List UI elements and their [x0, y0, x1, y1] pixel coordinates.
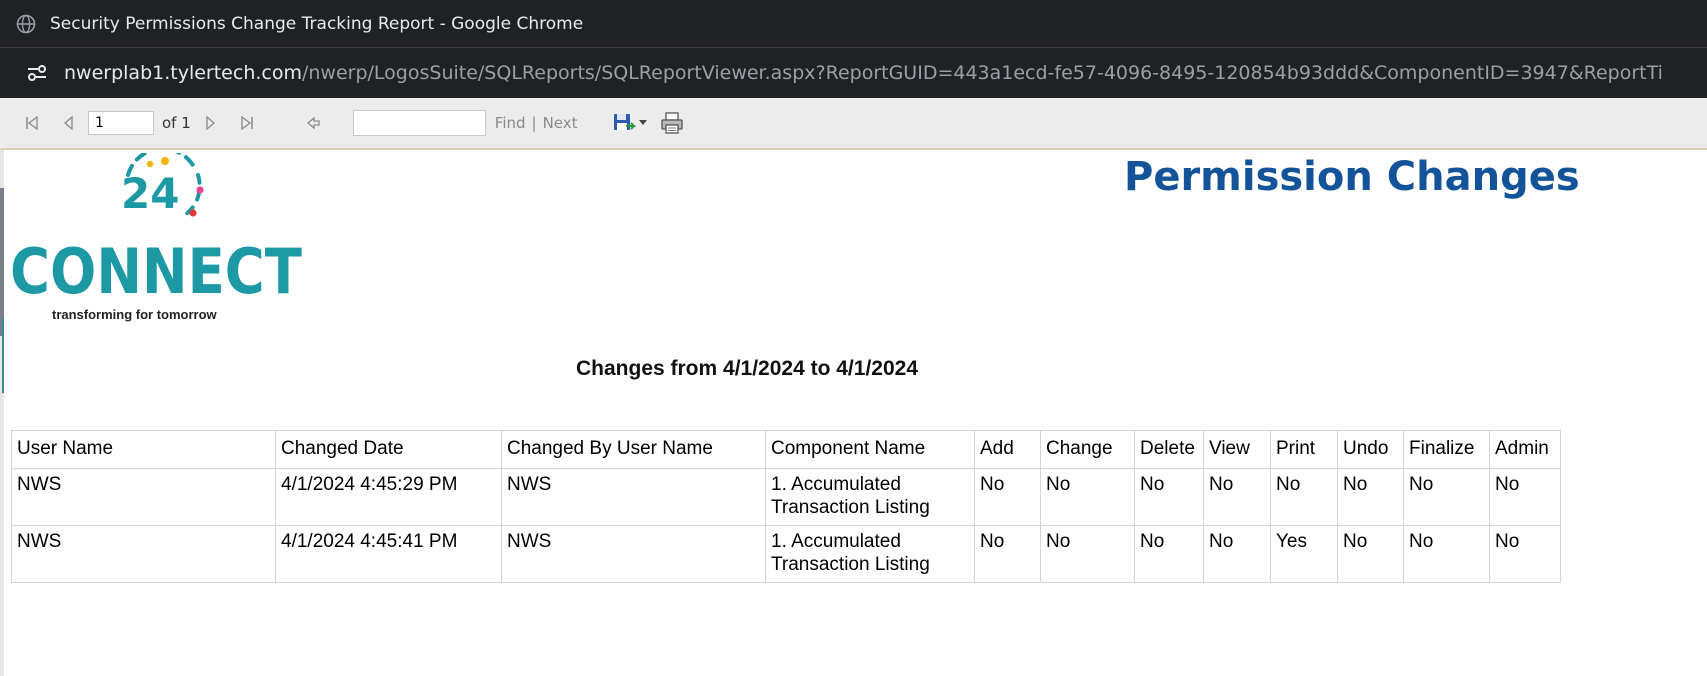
report-date-range: Changes from 4/1/2024 to 4/1/2024 — [576, 357, 918, 380]
header-add: Add — [974, 430, 1041, 469]
cell-user-name: NWS — [11, 468, 276, 526]
cell-finalize: No — [1403, 468, 1490, 526]
cell-view: No — [1203, 468, 1271, 526]
cell-changed-date: 4/1/2024 4:45:41 PM — [275, 525, 502, 583]
cell-undo: No — [1337, 468, 1404, 526]
cell-view: No — [1203, 525, 1271, 583]
site-settings-icon[interactable] — [26, 62, 48, 84]
table-header-row: User Name Changed Date Changed By User N… — [11, 430, 1561, 469]
page-count-label: of 1 — [162, 114, 191, 132]
table-row: NWS 4/1/2024 4:45:29 PM NWS 1. Accumulat… — [11, 468, 1561, 526]
last-page-button[interactable] — [239, 111, 255, 135]
window-title: Security Permissions Change Tracking Rep… — [50, 13, 584, 34]
next-page-icon — [206, 115, 215, 131]
left-edge-accent — [2, 318, 4, 393]
logo-wordmark: CONNECT — [10, 235, 302, 308]
table-row: NWS 4/1/2024 4:45:41 PM NWS 1. Accumulat… — [11, 525, 1561, 583]
connect-logo: 24 CONNECT — [10, 153, 302, 308]
header-user-name: User Name — [11, 430, 276, 469]
header-undo: Undo — [1337, 430, 1404, 469]
globe-icon — [16, 14, 36, 33]
cell-change: No — [1040, 468, 1135, 526]
header-delete: Delete — [1134, 430, 1204, 469]
url-text[interactable]: nwerplab1.tylertech.com/nwerp/LogosSuite… — [64, 62, 1663, 84]
back-to-parent-icon — [306, 116, 320, 130]
header-changed-by: Changed By User Name — [501, 430, 766, 469]
export-button[interactable] — [612, 111, 647, 135]
find-next-button[interactable]: Next — [543, 114, 578, 132]
cell-admin: No — [1489, 468, 1561, 526]
cell-change: No — [1040, 525, 1135, 583]
browser-title-bar: Security Permissions Change Tracking Rep… — [0, 0, 1707, 47]
cell-print: Yes — [1270, 525, 1338, 583]
cell-undo: No — [1337, 525, 1404, 583]
previous-page-button[interactable] — [62, 111, 74, 135]
cell-changed-by: NWS — [501, 468, 766, 526]
cell-changed-date: 4/1/2024 4:45:29 PM — [275, 468, 502, 526]
cell-finalize: No — [1403, 525, 1490, 583]
header-print: Print — [1270, 430, 1338, 469]
first-page-button[interactable] — [24, 111, 40, 135]
first-page-icon — [26, 115, 38, 131]
print-button[interactable] — [660, 111, 684, 135]
previous-page-icon — [64, 115, 73, 131]
find-text-input[interactable] — [352, 110, 486, 136]
last-page-icon — [241, 115, 253, 131]
header-changed-date: Changed Date — [275, 430, 502, 469]
header-component-name: Component Name — [765, 430, 975, 469]
cell-print: No — [1270, 468, 1338, 526]
address-bar[interactable]: nwerplab1.tylertech.com/nwerp/LogosSuite… — [0, 47, 1707, 98]
find-button[interactable]: Find — [495, 114, 526, 132]
header-admin: Admin — [1489, 430, 1561, 469]
logo-tagline: transforming for tomorrow — [52, 307, 217, 322]
permission-changes-table: User Name Changed Date Changed By User N… — [11, 430, 1561, 583]
logo-digits: 24 — [121, 169, 179, 218]
print-icon — [660, 112, 683, 134]
export-save-icon — [613, 114, 636, 130]
url-path: /nwerp/LogosSuite/SQLReports/SQLReportVi… — [301, 62, 1663, 84]
next-page-button[interactable] — [205, 111, 217, 135]
cell-delete: No — [1134, 468, 1204, 526]
back-to-parent-button[interactable] — [305, 111, 321, 135]
report-title: Permission Changes — [1124, 154, 1580, 200]
header-finalize: Finalize — [1403, 430, 1490, 469]
cell-component-name: 1. Accumulated Transaction Listing — [765, 525, 975, 583]
header-view: View — [1203, 430, 1271, 469]
page-number-input[interactable] — [88, 111, 154, 135]
cell-component-name: 1. Accumulated Transaction Listing — [765, 468, 975, 526]
header-change: Change — [1040, 430, 1135, 469]
find-separator: | — [531, 114, 537, 132]
cell-user-name: NWS — [11, 525, 276, 583]
cell-admin: No — [1489, 525, 1561, 583]
cell-add: No — [974, 468, 1041, 526]
report-viewer-toolbar: of 1 Find | Next — [0, 98, 1707, 150]
cell-add: No — [974, 525, 1041, 583]
left-edge-marker — [0, 188, 4, 336]
url-host: nwerplab1.tylertech.com — [64, 62, 302, 84]
cell-changed-by: NWS — [501, 525, 766, 583]
cell-delete: No — [1134, 525, 1204, 583]
dropdown-arrow-icon — [638, 120, 647, 125]
